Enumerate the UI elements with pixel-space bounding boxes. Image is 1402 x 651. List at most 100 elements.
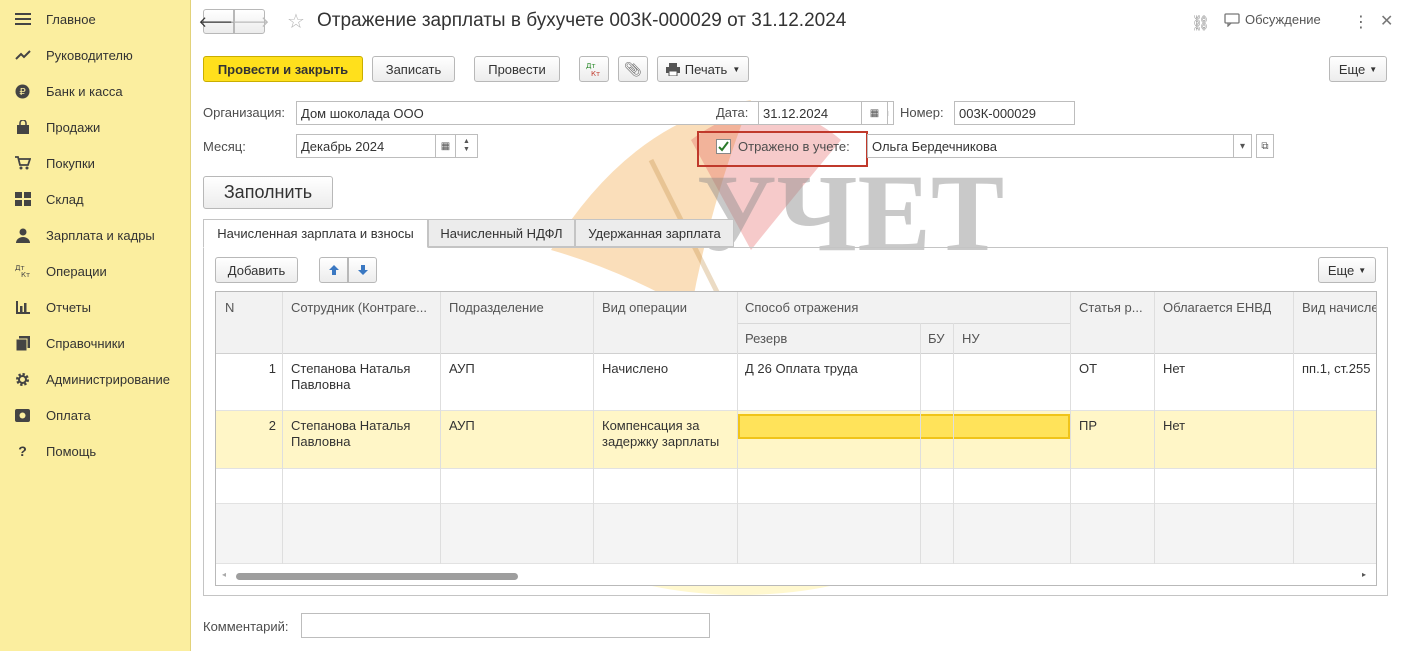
col-header-bu[interactable]: БУ — [928, 331, 945, 346]
reflected-checkbox[interactable] — [716, 139, 731, 154]
table-row-empty — [216, 469, 1376, 504]
chat-icon — [1224, 12, 1240, 27]
table-row-selected[interactable]: 2 Степанова Наталья Павловна АУП Компенс… — [216, 411, 1376, 469]
chevron-down-icon: ▼ — [732, 64, 741, 74]
dt-kt-icon: ДтКт — [586, 62, 600, 77]
month-field[interactable]: Декабрь 2024 — [296, 134, 436, 158]
number-field[interactable]: 003К-000029 — [954, 101, 1075, 125]
sidebar-item-help[interactable]: ? Помощь — [0, 433, 190, 469]
move-down-button[interactable] — [348, 257, 377, 283]
sidebar-item-operations[interactable]: Дт Кт Операции — [0, 253, 190, 289]
printer-icon — [665, 62, 680, 76]
table-row[interactable]: 1 Степанова Наталья Павловна АУП Начисле… — [216, 354, 1376, 411]
sidebar-item-warehouse[interactable]: Склад — [0, 181, 190, 217]
date-field[interactable]: 31.12.2024 — [758, 101, 862, 125]
responsible-field[interactable]: Ольга Бердечникова — [867, 134, 1234, 158]
tab-withheld-salary[interactable]: Удержанная зарплата — [575, 219, 734, 247]
cell-article: ПР — [1079, 418, 1098, 433]
forward-button[interactable]: 🡒 — [229, 9, 270, 34]
month-stepper[interactable]: ▲ ▼ — [456, 134, 478, 158]
dt-kt-button[interactable]: Дт Кт — [579, 56, 609, 82]
col-header-n[interactable]: N — [225, 300, 234, 315]
responsible-open-button[interactable]: ⧉ — [1256, 134, 1274, 158]
shopping-bag-icon — [14, 119, 31, 136]
sidebar-item-sales[interactable]: Продажи — [0, 109, 190, 145]
cell-envd: Нет — [1163, 418, 1186, 433]
cell-operation: Начислено — [602, 361, 669, 376]
move-up-button[interactable] — [319, 257, 348, 283]
responsible-dropdown[interactable]: ▾ — [1234, 134, 1252, 158]
cell-operation: Компенсация за задержку зарплаты — [602, 418, 720, 449]
accruals-table: N Сотрудник (Контраге... Подразделение В… — [215, 291, 1377, 586]
col-header-accrual[interactable]: Вид начисле — [1302, 300, 1376, 315]
cell-employee: Степанова Наталья Павловна — [291, 418, 411, 449]
sidebar-item-payment[interactable]: Оплата — [0, 397, 190, 433]
col-header-method[interactable]: Способ отражения — [745, 300, 858, 315]
month-calendar-button[interactable]: ▦ — [436, 134, 456, 158]
star-icon[interactable]: ☆ — [287, 9, 305, 34]
sidebar-item-label: Оплата — [46, 407, 91, 423]
cell-department: АУП — [449, 418, 475, 433]
sidebar-item-manager[interactable]: Руководителю — [0, 37, 190, 73]
sidebar-item-purchases[interactable]: Покупки — [0, 145, 190, 181]
discussion-button[interactable]: Обсуждение — [1224, 12, 1321, 27]
sidebar-item-directories[interactable]: Справочники — [0, 325, 190, 361]
print-label: Печать — [684, 61, 728, 77]
close-icon[interactable]: ✕ — [1380, 11, 1393, 31]
col-header-article[interactable]: Статья р... — [1079, 300, 1151, 315]
calendar-icon: ▦ — [440, 140, 451, 152]
save-button[interactable]: Записать — [372, 56, 455, 82]
attach-button[interactable]: 📎︎ — [618, 56, 648, 82]
tab-accrued-ndfl[interactable]: Начисленный НДФЛ — [428, 219, 575, 247]
scrollbar-thumb[interactable] — [236, 573, 518, 580]
sidebar-item-salary[interactable]: Зарплата и кадры — [0, 217, 190, 253]
col-header-nu[interactable]: НУ — [962, 331, 980, 346]
svg-text:Дт: Дт — [586, 62, 596, 70]
post-button[interactable]: Провести — [474, 56, 560, 82]
menu-icon — [14, 11, 31, 28]
sidebar-item-label: Операции — [46, 263, 107, 279]
stepper-down-icon: ▼ — [463, 146, 470, 153]
scroll-right-icon[interactable]: ▸ — [1362, 570, 1366, 579]
date-calendar-button[interactable]: ▦ — [862, 101, 888, 125]
sidebar-item-admin[interactable]: Администрирование — [0, 361, 190, 397]
fill-button[interactable]: Заполнить — [203, 176, 333, 209]
table-more-button[interactable]: Еще ▼ — [1318, 257, 1376, 283]
gear-icon — [14, 371, 31, 388]
sidebar-item-label: Главное — [46, 11, 96, 27]
comment-field[interactable] — [301, 613, 710, 638]
table-row-empty — [216, 504, 1376, 564]
more-label: Еще — [1338, 61, 1366, 77]
cell-method-editor[interactable] — [738, 414, 1070, 439]
svg-text:Кт: Кт — [21, 271, 30, 278]
dt-kt-icon: ДтКт — [14, 263, 31, 280]
sidebar-item-main[interactable]: Главное — [0, 1, 190, 37]
more-vertical-icon[interactable]: ⋮ — [1353, 12, 1369, 32]
more-button[interactable]: Еще ▼ — [1329, 56, 1387, 82]
chevron-down-icon: ▾ — [1239, 140, 1246, 152]
discussion-label: Обсуждение — [1245, 12, 1321, 27]
arrow-right-icon: 🡒 — [229, 14, 270, 31]
tab-accrued-salary[interactable]: Начисленная зарплата и взносы — [203, 219, 428, 248]
sidebar: Главное Руководителю ₽ Банк и касса Прод… — [0, 0, 191, 651]
col-header-envd[interactable]: Облагается ЕНВД — [1163, 300, 1271, 315]
post-and-close-button[interactable]: Провести и закрыть — [203, 56, 363, 82]
link-icon[interactable]: ⛓ — [1191, 14, 1210, 32]
col-header-operation[interactable]: Вид операции — [602, 300, 687, 315]
cell-n: 2 — [268, 418, 276, 433]
sidebar-item-reports[interactable]: Отчеты — [0, 289, 190, 325]
wallet-icon — [14, 407, 31, 424]
paperclip-icon: 📎︎ — [624, 60, 642, 77]
stepper-up-icon: ▲ — [463, 138, 470, 145]
sidebar-item-bank[interactable]: ₽ Банк и касса — [0, 73, 190, 109]
scroll-left-icon[interactable]: ◂ — [222, 570, 226, 579]
warehouse-icon — [14, 191, 31, 208]
col-header-department[interactable]: Подразделение — [449, 300, 544, 315]
add-row-button[interactable]: Добавить — [215, 257, 298, 283]
horizontal-scrollbar[interactable]: ◂ ▸ — [216, 568, 1376, 585]
col-header-reserve[interactable]: Резерв — [745, 331, 787, 346]
sidebar-item-label: Покупки — [46, 155, 95, 171]
comment-label: Комментарий: — [203, 619, 289, 634]
col-header-employee[interactable]: Сотрудник (Контраге... — [291, 300, 436, 315]
print-button[interactable]: Печать ▼ — [657, 56, 749, 82]
